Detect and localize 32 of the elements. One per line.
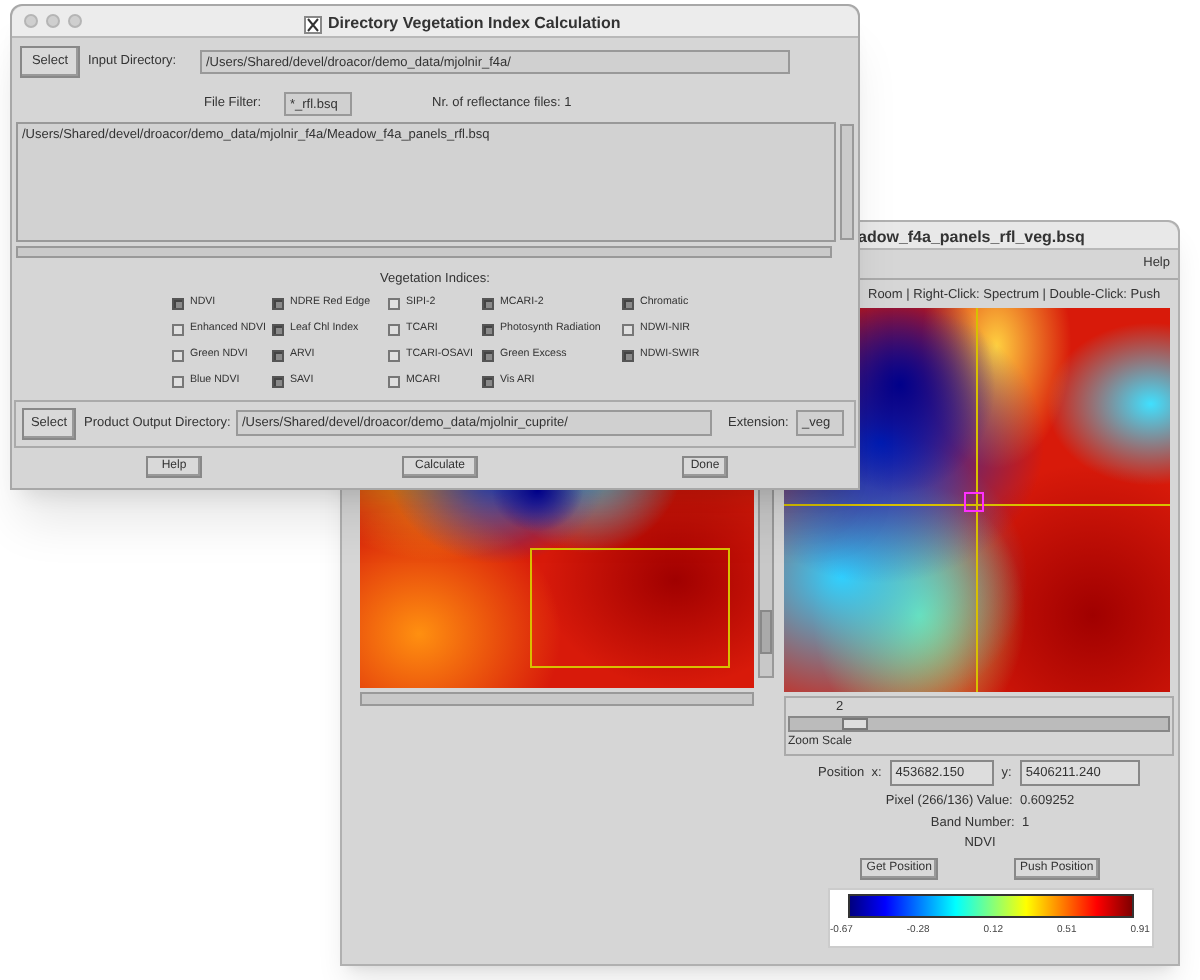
- x-window-icon: [304, 15, 322, 33]
- minimize-icon[interactable]: [46, 14, 60, 28]
- checkbox[interactable]: [388, 349, 400, 362]
- close-icon[interactable]: [24, 14, 38, 28]
- checkbox[interactable]: [482, 297, 494, 310]
- checkbox[interactable]: [272, 375, 284, 388]
- checkbox[interactable]: [388, 297, 400, 310]
- vertical-scrollbar[interactable]: [840, 124, 854, 240]
- window-title: adow_f4a_panels_rfl_veg.bsq: [858, 226, 1085, 250]
- horizontal-scrollbar[interactable]: [16, 246, 832, 258]
- checkbox[interactable]: [482, 323, 494, 336]
- checkbox[interactable]: [388, 375, 400, 388]
- zoom-slider[interactable]: [788, 715, 1170, 732]
- horizontal-scrollbar[interactable]: [360, 691, 754, 706]
- zoom-icon[interactable]: [68, 14, 82, 28]
- checkbox[interactable]: [272, 349, 284, 362]
- cursor-square: [964, 491, 984, 512]
- checkbox[interactable]: [622, 349, 634, 362]
- checkbox[interactable]: [172, 297, 184, 310]
- checkbox[interactable]: [172, 349, 184, 362]
- checkbox[interactable]: [622, 323, 634, 336]
- checkbox[interactable]: [172, 323, 184, 336]
- checkbox[interactable]: [272, 297, 284, 310]
- checkbox[interactable]: [622, 297, 634, 310]
- zoomed-heatmap-image[interactable]: [784, 307, 1170, 692]
- checkbox[interactable]: [272, 323, 284, 336]
- checkbox[interactable]: [388, 323, 400, 336]
- checkbox[interactable]: [482, 375, 494, 388]
- window-title: Directory Vegetation Index Calculation: [328, 12, 621, 36]
- checkbox[interactable]: [172, 375, 184, 388]
- slider-thumb[interactable]: [842, 717, 869, 730]
- checkbox[interactable]: [482, 349, 494, 362]
